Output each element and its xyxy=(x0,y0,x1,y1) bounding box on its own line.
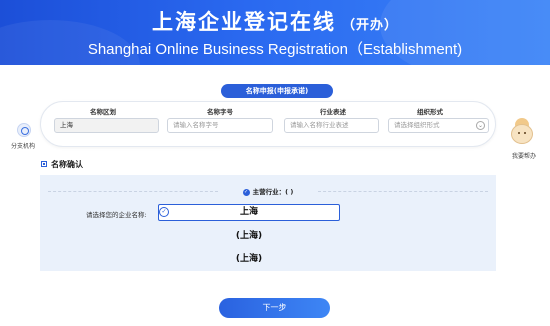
helper-mascot-icon[interactable] xyxy=(510,118,534,146)
name-option-selected[interactable]: ✓ 上海 xyxy=(158,204,340,221)
gear-icon[interactable] xyxy=(17,123,31,137)
page-title-suffix: （开办） xyxy=(341,18,398,33)
org-form-placeholder: 请选择组织形式 xyxy=(394,121,440,129)
page-title: 上海企业登记在线 （开办） xyxy=(0,6,550,36)
section-label-name-declaration: 名称申报(申报承诺) xyxy=(221,84,333,98)
name-option-text: 上海 xyxy=(239,207,258,217)
header-banner: 上海企业登记在线 （开办） Shanghai Online Business Re… xyxy=(0,0,550,65)
next-step-button[interactable]: 下一步 xyxy=(219,298,330,318)
name-option[interactable]: (上海) xyxy=(158,228,340,241)
trade-name-input[interactable]: 请输入名称字号 xyxy=(167,118,273,133)
main-industry-line: ✓ 主营行业：( ) xyxy=(40,186,496,196)
check-circle-icon: ✓ xyxy=(242,188,250,196)
chevron-down-icon[interactable]: ⌄ xyxy=(476,121,485,130)
industry-input[interactable]: 请输入名称行业表述 xyxy=(284,118,379,133)
section-bullet-icon xyxy=(41,161,47,167)
trade-name-label: 名称字号 xyxy=(207,108,233,116)
district-label: 名称区划 xyxy=(90,108,116,116)
helper-head xyxy=(511,124,533,144)
main-industry-text: 主营行业：( ) xyxy=(252,188,294,196)
name-confirm-title: 名称确认 xyxy=(51,160,83,169)
helper-eye-left xyxy=(518,132,520,134)
org-form-label: 组织形式 xyxy=(417,108,443,116)
org-form-select[interactable]: 请选择组织形式 ⌄ xyxy=(388,118,489,133)
name-confirm-heading: 名称确认 xyxy=(41,159,83,170)
check-icon: ✓ xyxy=(159,207,169,217)
help-label[interactable]: 我要帮办 xyxy=(512,151,536,160)
choose-name-label: 请选择您的企业名称: xyxy=(86,211,147,219)
helper-eye-right xyxy=(524,132,526,134)
page-subtitle: Shanghai Online Business Registration（Es… xyxy=(87,41,463,58)
name-option[interactable]: (上海) xyxy=(158,251,340,264)
page-title-text: 上海企业登记在线 xyxy=(151,10,336,34)
branch-office-label[interactable]: 分支机构 xyxy=(11,141,35,150)
district-field[interactable]: 上海 xyxy=(54,118,159,133)
industry-label: 行业表述 xyxy=(320,108,346,116)
